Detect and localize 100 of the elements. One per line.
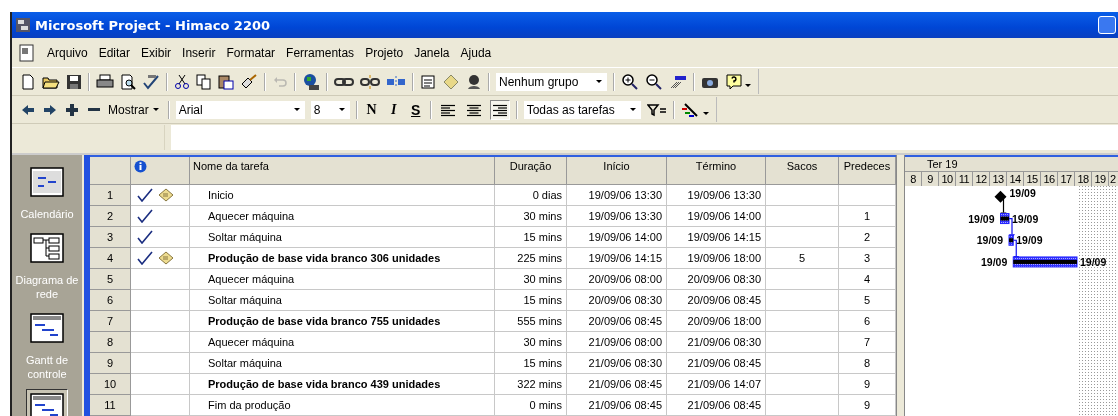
menu-item[interactable]: Janela bbox=[414, 45, 450, 60]
start-cell: 21/09/06 08:45 bbox=[567, 374, 667, 396]
column-header[interactable]: Duração bbox=[495, 157, 567, 186]
start-cell: 20/09/06 08:45 bbox=[567, 311, 667, 333]
row-number[interactable]: 7 bbox=[90, 311, 131, 333]
duration-cell: 0 dias bbox=[495, 185, 567, 207]
finish-cell: 19/09/06 18:00 bbox=[667, 248, 766, 270]
scissors-icon[interactable] bbox=[174, 73, 190, 90]
duration-cell: 15 mins bbox=[495, 290, 567, 312]
row-number[interactable]: 5 bbox=[90, 269, 131, 291]
duration-cell: 322 mins bbox=[495, 374, 567, 396]
task-name-cell: Fim da produção bbox=[190, 395, 495, 416]
menu-item[interactable]: Exibir bbox=[141, 45, 172, 60]
go-to-task-icon[interactable] bbox=[669, 73, 687, 90]
timescale-day: Ter 19 bbox=[905, 157, 1118, 171]
row-number[interactable]: 2 bbox=[90, 206, 131, 228]
task-information-icon[interactable] bbox=[420, 73, 436, 90]
menu-item[interactable]: Formatar bbox=[226, 45, 276, 60]
document-icon[interactable] bbox=[18, 43, 36, 62]
zoom-in-icon[interactable] bbox=[621, 72, 639, 91]
menu-item[interactable]: Ferramentas bbox=[286, 45, 355, 60]
pane-splitter[interactable] bbox=[896, 155, 905, 416]
column-header[interactable] bbox=[131, 157, 190, 186]
note-icon[interactable] bbox=[442, 73, 460, 90]
timescale-hour: 15 bbox=[1024, 172, 1041, 186]
duration-cell: 555 mins bbox=[495, 311, 567, 333]
print-preview-icon[interactable] bbox=[120, 73, 136, 90]
finish-cell: 21/09/06 08:30 bbox=[667, 332, 766, 354]
task-name-cell: Aquecer máquina bbox=[190, 269, 495, 291]
minimize-button[interactable] bbox=[1098, 16, 1116, 34]
duration-cell: 225 mins bbox=[495, 248, 567, 270]
font-size-dropdown[interactable]: 8 bbox=[310, 100, 350, 119]
timescale-hour: 17 bbox=[1058, 172, 1075, 186]
note-icon bbox=[157, 188, 175, 203]
paste-icon[interactable] bbox=[218, 73, 234, 90]
copy-icon[interactable] bbox=[196, 73, 212, 90]
align-right-button[interactable] bbox=[489, 99, 510, 120]
menu-item[interactable]: Inserir bbox=[182, 45, 216, 60]
new-document-icon[interactable] bbox=[20, 73, 36, 90]
bar-date-label: 19/09 bbox=[1009, 186, 1036, 199]
row-number[interactable]: 1 bbox=[90, 185, 131, 207]
column-header[interactable]: Predeces bbox=[839, 157, 896, 186]
unlink-icon[interactable] bbox=[360, 73, 380, 90]
task-name-cell: Soltar máquina bbox=[190, 227, 495, 249]
entry-field[interactable] bbox=[171, 125, 1118, 150]
column-header[interactable]: Início bbox=[567, 157, 667, 186]
finish-cell: 20/09/06 18:00 bbox=[667, 311, 766, 333]
column-header[interactable]: Nome da tarefa bbox=[190, 157, 495, 186]
person-icon[interactable] bbox=[466, 73, 482, 90]
globe-icon[interactable] bbox=[302, 72, 320, 91]
row-number[interactable]: 3 bbox=[90, 227, 131, 249]
column-header[interactable]: Término bbox=[667, 157, 766, 186]
filter-dropdown[interactable]: Todas as tarefas bbox=[523, 100, 641, 119]
menu-item[interactable]: Ajuda bbox=[460, 45, 492, 60]
view-label: Diagrama de rede bbox=[15, 273, 79, 301]
timescale-hour: 9 bbox=[922, 172, 939, 186]
caret-icon bbox=[629, 108, 636, 111]
help-icon[interactable] bbox=[725, 72, 743, 91]
caret-icon bbox=[596, 80, 602, 83]
group-dropdown[interactable]: Nenhum grupo bbox=[496, 72, 607, 91]
menu-item[interactable]: Projeto bbox=[365, 45, 404, 60]
row-number[interactable]: 11 bbox=[90, 395, 131, 416]
paintbrush-icon[interactable] bbox=[240, 73, 258, 90]
printer-icon[interactable] bbox=[96, 73, 114, 90]
start-cell: 21/09/06 08:00 bbox=[567, 332, 667, 354]
row-number[interactable]: 8 bbox=[90, 332, 131, 354]
bar-date-label: 19/09 bbox=[1012, 212, 1039, 225]
caret-icon bbox=[152, 108, 159, 111]
bold-button[interactable]: N bbox=[363, 101, 380, 118]
filter-icon[interactable] bbox=[646, 102, 667, 117]
underline-button[interactable]: S bbox=[407, 101, 424, 118]
bar-date-label: 19/09 bbox=[980, 255, 1008, 268]
start-cell: 20/09/06 08:00 bbox=[567, 269, 667, 291]
finish-cell: 21/09/06 08:45 bbox=[667, 353, 766, 375]
show-menu-button[interactable]: Mostrar bbox=[108, 102, 162, 117]
column-header[interactable]: Sacos bbox=[766, 157, 839, 186]
caret-icon bbox=[293, 108, 300, 111]
caret-icon[interactable] bbox=[702, 112, 709, 115]
gantt-icon bbox=[30, 393, 64, 416]
plus-icon[interactable] bbox=[64, 101, 80, 118]
caret-icon bbox=[338, 108, 345, 111]
milestone-diamond bbox=[994, 190, 1007, 203]
finish-cell: 20/09/06 08:45 bbox=[667, 290, 766, 312]
menu-item[interactable]: Arquivo bbox=[47, 45, 88, 60]
italic-button[interactable]: I bbox=[385, 101, 402, 118]
checkmark-icon bbox=[137, 230, 153, 245]
task-name-cell: Produção de base vida branco 755 unidades bbox=[190, 311, 495, 333]
bar-date-label: 19/09 bbox=[976, 234, 1003, 247]
spelling-icon[interactable] bbox=[142, 73, 160, 90]
row-number[interactable]: 6 bbox=[90, 290, 131, 312]
row-number[interactable]: 9 bbox=[90, 353, 131, 375]
font-dropdown[interactable]: Arial bbox=[175, 100, 305, 119]
zoom-out-icon[interactable] bbox=[645, 72, 663, 91]
row-number[interactable]: 10 bbox=[90, 374, 131, 396]
row-number[interactable]: 4 bbox=[90, 248, 131, 270]
menu-item[interactable]: Editar bbox=[98, 45, 131, 60]
start-cell: 19/09/06 14:15 bbox=[567, 248, 667, 270]
caret-icon[interactable] bbox=[745, 84, 751, 87]
duration-cell: 15 mins bbox=[495, 353, 567, 375]
save-icon[interactable] bbox=[66, 73, 82, 90]
